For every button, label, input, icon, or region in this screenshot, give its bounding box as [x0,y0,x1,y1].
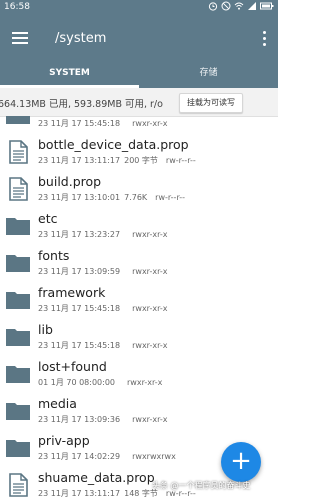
file-date: 23 11月 17 13:10:01 [38,193,121,202]
file-meta: 23 11月 17 13:11:17 200 字节 rw-r--r-- [38,155,196,166]
mute-icon [221,1,231,11]
dot-icon [262,36,266,40]
file-date: 23 11月 17 13:09:36 [38,415,121,424]
overflow-menu-button[interactable] [258,26,270,50]
add-fab-button[interactable]: + [221,442,261,482]
file-permissions: rwxr-xr-x [132,341,168,350]
file-name: priv-app [38,433,90,448]
file-icon [9,140,28,164]
alarm-icon [208,2,218,11]
file-name: framework [38,285,106,300]
tab-bar: SYSTEM 存储 [0,60,278,88]
file-permissions: rwxr-xr-x [132,267,168,276]
file-date: 23 11月 17 14:02:29 [38,452,121,461]
status-time: 16:58 [4,2,30,12]
file-date: 23 11月 17 15:45:18 [38,304,121,313]
list-item[interactable]: bottle_device_data.prop 23 11月 17 13:11:… [0,133,278,170]
wifi-icon [234,2,244,10]
folder-icon [6,218,30,235]
file-permissions: rwxr-xr-x [132,304,168,313]
dot-icon [262,30,266,34]
file-name: media [38,396,77,411]
list-item[interactable]: fonts 23 11月 17 13:09:59 rwxr-xr-x [0,244,278,281]
folder-icon [6,403,30,420]
file-list: 23 11月 17 15:45:18 rwxr-xr-x bottle_devic… [0,116,278,498]
list-item[interactable]: framework 23 11月 17 15:45:18 rwxr-xr-x [0,281,278,318]
list-item[interactable]: lost+found 01 1月 70 08:00:00 rwxr-xr-x [0,355,278,392]
tab-system[interactable]: SYSTEM [0,60,139,88]
folder-icon [6,116,30,124]
file-meta: 23 11月 17 13:10:01 7.76K rw-r--r-- [38,192,185,203]
battery-icon [260,2,274,10]
list-item[interactable]: build.prop 23 11月 17 13:10:01 7.76K rw-r--… [0,170,278,207]
file-meta: 23 11月 17 13:23:27 rwxr-xr-x [38,229,167,240]
file-meta: 23 11月 17 15:45:18 rwxr-xr-x [38,303,167,314]
file-permissions: rwxr-xr-x [132,119,168,128]
file-date: 23 11月 17 13:09:59 [38,267,121,276]
file-date: 01 1月 70 08:00:00 [38,378,116,387]
file-name: lost+found [38,359,107,374]
file-permissions: rw-r--r-- [155,193,185,202]
file-permissions: rwxrwxrwx [132,452,176,461]
storage-info: 664.13MB 已用, 593.89MB 可用, r/o [0,99,163,110]
page-title: /system [55,31,107,46]
folder-icon [6,255,30,272]
file-name: shuame_data.prop [38,470,155,485]
list-item[interactable]: etc 23 11月 17 13:23:27 rwxr-xr-x [0,207,278,244]
file-permissions: rwxr-xr-x [132,230,168,239]
menu-icon-line [12,32,28,34]
file-meta: 01 1月 70 08:00:00 rwxr-xr-x [38,377,162,388]
list-item[interactable]: lib 23 11月 17 15:45:18 rwxr-xr-x [0,318,278,355]
storage-bar: 664.13MB 已用, 593.89MB 可用, r/o 挂载为可读写 [0,88,278,117]
menu-button[interactable] [8,24,36,52]
folder-icon [6,292,30,309]
file-date: 23 11月 17 13:11:17 [38,156,121,165]
mount-rw-button[interactable]: 挂载为可读写 [179,93,243,113]
file-name: bottle_device_data.prop [38,137,189,152]
folder-icon [6,440,30,457]
file-meta: 23 11月 17 14:02:29 rwxrwxrwx [38,451,176,462]
file-meta: 23 11月 17 15:45:18 rwxr-xr-x [38,340,167,351]
file-date: 23 11月 17 13:11:17 [38,489,121,498]
file-name: etc [38,211,58,226]
list-item[interactable]: media 23 11月 17 13:09:36 rwxr-xr-x [0,392,278,429]
file-date: 23 11月 17 15:45:18 [38,119,121,128]
list-item[interactable]: 23 11月 17 15:45:18 rwxr-xr-x [0,116,278,133]
file-date: 23 11月 17 15:45:18 [38,341,121,350]
signal-icon [248,2,256,10]
tab-storage[interactable]: 存储 [139,60,278,88]
file-meta: 23 11月 17 13:09:36 rwxr-xr-x [38,414,167,425]
file-size: 7.76K [124,193,148,202]
watermark: 头条 @一个程序员的奋斗史 [152,481,251,490]
folder-icon [6,329,30,346]
file-permissions: rw-r--r-- [165,156,196,165]
dot-icon [262,42,266,46]
menu-icon-line [12,42,28,44]
file-name: fonts [38,248,70,263]
file-date: 23 11月 17 13:23:27 [38,230,121,239]
folder-icon [6,366,30,383]
file-size: 200 字节 [124,156,158,165]
file-permissions: rwxr-xr-x [127,378,163,387]
file-meta: 23 11月 17 13:09:59 rwxr-xr-x [38,266,167,277]
file-icon [9,473,28,497]
status-icons [208,1,274,11]
file-icon [9,177,28,201]
file-name: lib [38,322,53,337]
menu-icon-line [12,37,28,39]
status-bar: 16:58 [0,0,278,16]
file-permissions: rwxr-xr-x [132,415,168,424]
file-name: build.prop [38,174,102,189]
app-bar: /system [0,16,278,60]
file-meta: 23 11月 17 15:45:18 rwxr-xr-x [38,118,167,129]
